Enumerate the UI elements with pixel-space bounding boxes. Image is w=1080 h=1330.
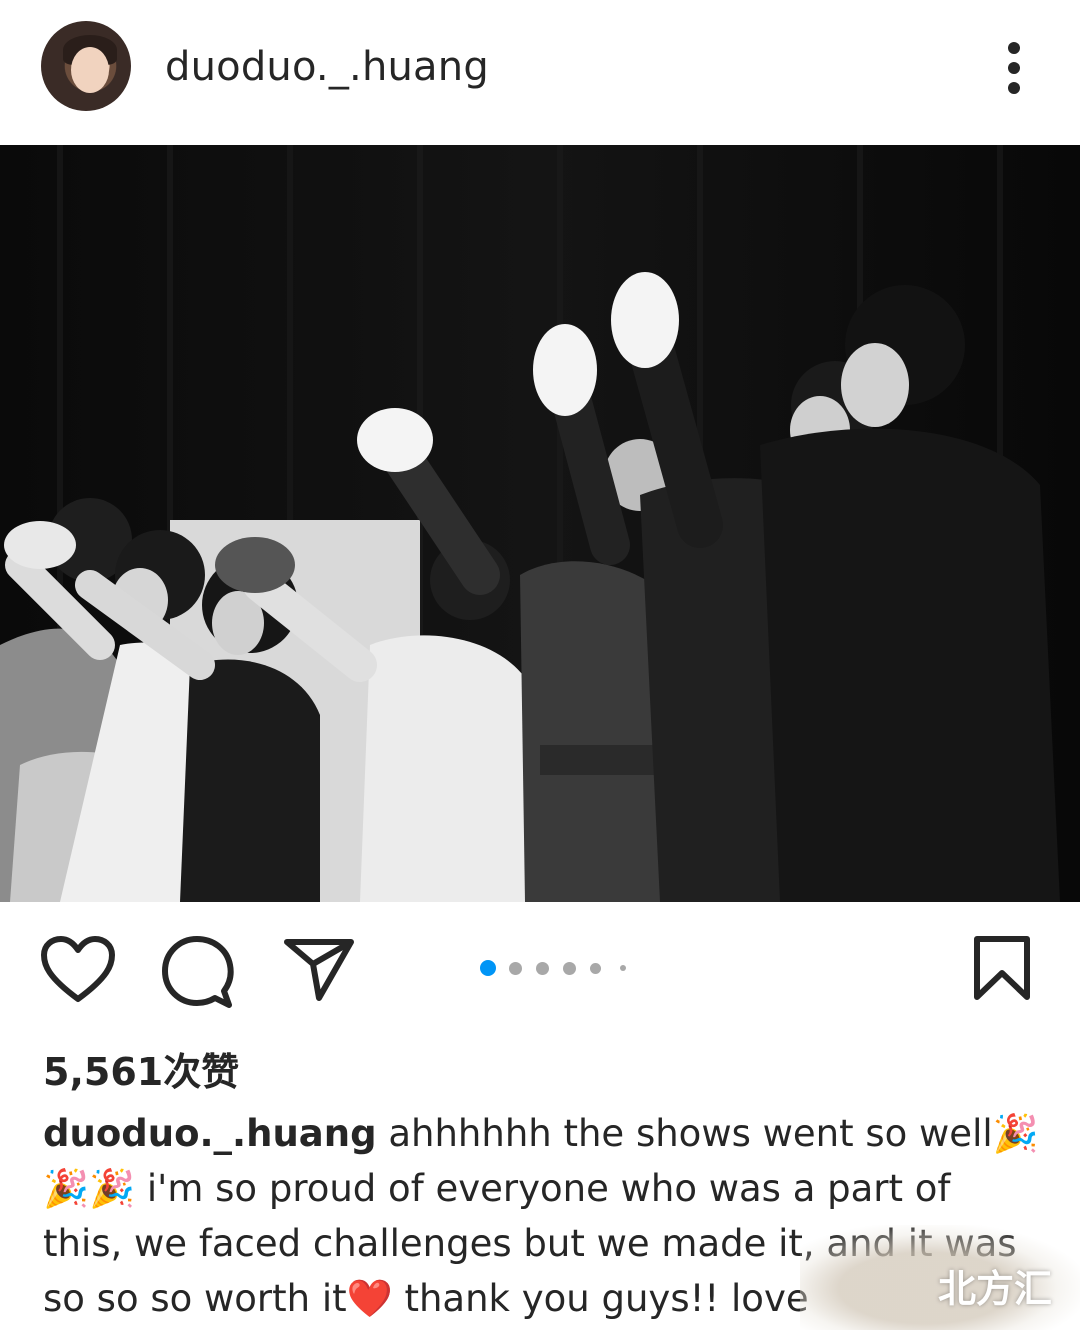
more-options-button[interactable] — [996, 40, 1032, 96]
carousel-dot-active — [480, 960, 496, 976]
comment-icon — [162, 936, 234, 1008]
more-vertical-icon-dot — [1008, 62, 1020, 74]
send-icon — [284, 939, 354, 1001]
stage-photo — [0, 145, 1080, 902]
carousel-dot — [590, 963, 601, 974]
carousel-dot — [536, 962, 549, 975]
likes-count[interactable]: 5,561次赞 — [43, 1048, 239, 1096]
comment-button[interactable] — [160, 935, 236, 1011]
more-vertical-icon-dot — [1008, 82, 1020, 94]
caption-line: 🎉🎉 i'm so proud of everyone who was a pa… — [43, 1167, 951, 1210]
save-button[interactable] — [972, 935, 1032, 1001]
avatar[interactable] — [41, 21, 131, 111]
caption-username[interactable]: duoduo._.huang — [43, 1112, 377, 1155]
post-username[interactable]: duoduo._.huang — [165, 42, 489, 92]
caption-text: ahhhhhh the shows went so well🎉 — [376, 1112, 1039, 1155]
carousel-dot — [563, 962, 576, 975]
avatar-face — [71, 47, 109, 93]
post-header: duoduo._.huang — [0, 0, 1080, 140]
carousel-dot — [620, 965, 626, 971]
share-button[interactable] — [283, 936, 355, 1002]
watermark-text: 北方汇 — [938, 1267, 1053, 1311]
heart-icon — [41, 936, 115, 1002]
more-vertical-icon — [1008, 42, 1020, 54]
bookmark-icon — [974, 936, 1030, 1000]
post-photo[interactable] — [0, 145, 1080, 902]
like-button[interactable] — [40, 935, 116, 1007]
carousel-dot — [509, 962, 522, 975]
caption-line: duoduo._.huang ahhhhhh the shows went so… — [43, 1106, 1043, 1161]
